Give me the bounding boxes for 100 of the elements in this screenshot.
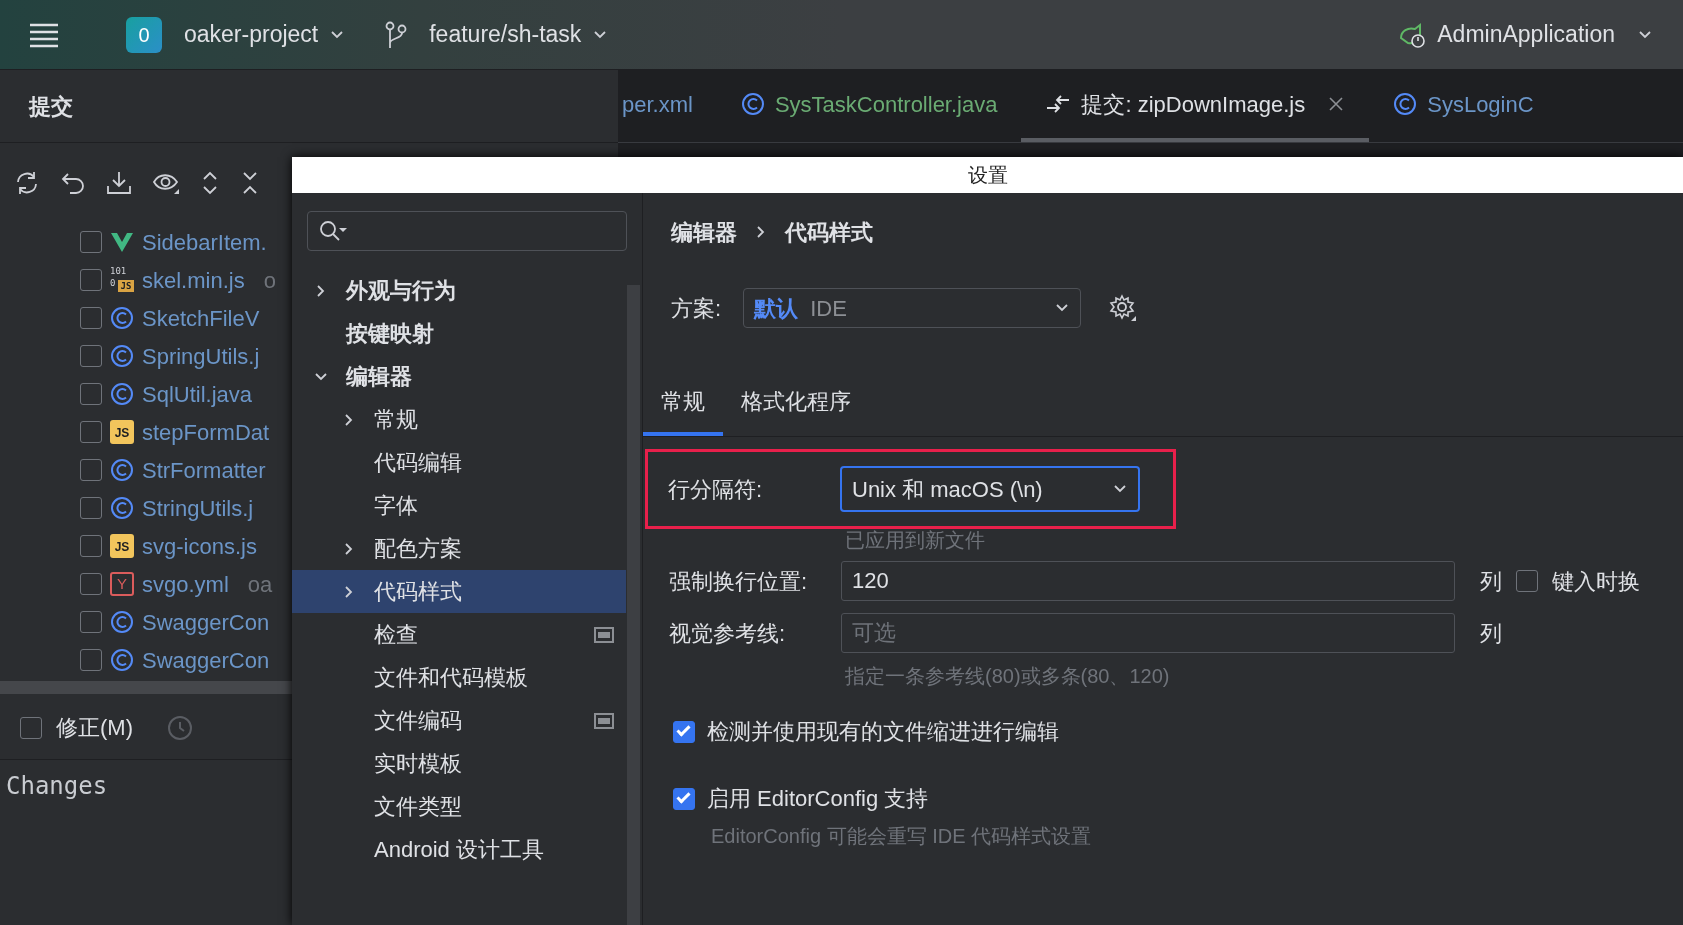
search-field[interactable] xyxy=(307,211,627,251)
file-path: o xyxy=(263,266,276,295)
editor-tab[interactable]: SysTaskController.java xyxy=(716,70,1022,142)
undo-icon[interactable] xyxy=(60,170,86,196)
dialog-title: 设置 xyxy=(292,157,1683,193)
tree-item[interactable]: 文件和代码模板 xyxy=(292,656,626,699)
unit-label: 列 xyxy=(1480,567,1502,596)
field-label: 强制换行位置: xyxy=(668,567,809,596)
unit-label: 列 xyxy=(1480,619,1502,648)
scheme-dropdown[interactable]: 默认 IDE xyxy=(743,288,1082,328)
checkbox[interactable] xyxy=(80,345,102,367)
panel-title: 提交 xyxy=(29,92,73,121)
hint-text: 指定一条参考线(80)或多条(80、120) xyxy=(844,664,1171,689)
tree-item[interactable]: 配色方案 xyxy=(292,527,626,570)
tree-item[interactable]: 文件编码 xyxy=(292,699,626,742)
file-name[interactable]: svg-icons.js xyxy=(142,529,257,563)
settings-tab[interactable]: 常规 xyxy=(643,371,723,436)
file-name[interactable]: skel.min.js xyxy=(142,263,245,297)
yaml-file-icon: Y xyxy=(110,572,134,596)
run-config-dropdown[interactable]: AdminApplication xyxy=(1437,17,1615,52)
file-name[interactable]: SwaggerCon xyxy=(142,643,270,677)
tree-item[interactable]: 代码样式 xyxy=(292,570,626,613)
settings-tab[interactable]: 格式化程序 xyxy=(723,371,869,436)
class-file-icon xyxy=(110,648,134,672)
gear-icon[interactable] xyxy=(1109,294,1138,322)
field-label: 方案: xyxy=(671,294,722,323)
checkbox[interactable] xyxy=(80,573,102,595)
checkbox[interactable] xyxy=(80,383,102,405)
checkbox-label[interactable]: 启用 EditorConfig 支持 xyxy=(707,782,929,815)
run-config-icon xyxy=(1398,21,1427,48)
checkbox[interactable] xyxy=(80,459,102,481)
class-file-icon xyxy=(110,496,134,520)
class-file-icon xyxy=(110,306,134,330)
file-name[interactable]: SketchFileV xyxy=(142,301,260,335)
checkbox-label[interactable]: 检测并使用现有的文件缩进进行编辑 xyxy=(707,715,1059,748)
class-file-icon xyxy=(110,382,134,406)
tree-item[interactable]: 外观与行为 xyxy=(292,269,626,312)
scrollbar[interactable] xyxy=(627,285,640,925)
tree-item[interactable]: 实时模板 xyxy=(292,742,626,785)
checkbox[interactable] xyxy=(80,421,102,443)
tree-item[interactable]: 代码编辑 xyxy=(292,441,626,484)
file-name[interactable]: svgo.yml xyxy=(142,567,229,601)
expand-icon[interactable] xyxy=(200,170,220,196)
editor-tab[interactable]: 提交: zipDownImage.js xyxy=(1021,70,1370,142)
amend-label[interactable]: 修正(M) xyxy=(56,711,133,744)
checkbox-label[interactable]: 键入时换 xyxy=(1552,564,1640,598)
breadcrumb-item: 代码样式 xyxy=(785,218,873,247)
hint-text: EditorConfig 可能会重写 IDE 代码样式设置 xyxy=(710,824,1093,849)
search-icon xyxy=(318,219,348,243)
editor-tab[interactable]: SysLoginC xyxy=(1369,70,1558,142)
project-dropdown[interactable]: oaker-project xyxy=(184,17,319,52)
input-field[interactable]: 可选 xyxy=(841,613,1455,653)
js-file-icon: JS xyxy=(110,534,134,558)
checkbox[interactable] xyxy=(80,649,102,671)
class-file-icon xyxy=(740,92,765,116)
checkbox[interactable] xyxy=(80,269,102,291)
refresh-icon[interactable] xyxy=(14,170,40,196)
download-icon[interactable] xyxy=(106,170,132,196)
tree-item[interactable]: 按键映射 xyxy=(292,312,626,355)
file-name[interactable]: stepFormDat xyxy=(142,415,270,449)
checkbox[interactable] xyxy=(80,231,102,253)
close-icon[interactable] xyxy=(1327,95,1346,113)
checkbox[interactable] xyxy=(80,307,102,329)
class-file-icon xyxy=(1393,92,1418,116)
file-path: oa xyxy=(247,570,273,599)
file-name[interactable]: StringUtils.j xyxy=(142,491,254,525)
checkbox[interactable] xyxy=(80,497,102,519)
field-label: 行分隔符: xyxy=(667,475,764,504)
tree-item[interactable]: Android 设计工具 xyxy=(292,828,626,871)
checkbox[interactable] xyxy=(80,611,102,633)
class-file-icon xyxy=(110,458,134,482)
collapse-icon[interactable] xyxy=(240,170,260,196)
vue-file-icon xyxy=(110,231,134,253)
tree-item[interactable]: 常规 xyxy=(292,398,626,441)
checkbox[interactable] xyxy=(673,720,695,743)
breadcrumb-item: 编辑器 xyxy=(671,218,737,247)
hint-text: 已应用到新文件 xyxy=(844,528,986,553)
file-name[interactable]: SqlUtil.java xyxy=(142,377,253,411)
project-badge: 0 xyxy=(126,16,162,53)
field-label: 视觉参考线: xyxy=(668,619,787,648)
file-name[interactable]: StrFormatter xyxy=(142,453,266,487)
tree-item[interactable]: 字体 xyxy=(292,484,626,527)
checkbox[interactable] xyxy=(80,535,102,557)
file-name[interactable]: SpringUtils.j xyxy=(142,339,260,373)
checkbox[interactable] xyxy=(1516,570,1538,592)
checkbox[interactable] xyxy=(673,787,695,810)
class-file-icon xyxy=(110,344,134,368)
file-name[interactable]: SwaggerCon xyxy=(142,605,270,639)
tree-item[interactable]: 文件类型 xyxy=(292,785,626,828)
editor-tab[interactable]: per.xml xyxy=(618,70,717,142)
tree-item[interactable]: 检查 xyxy=(292,613,626,656)
class-file-icon xyxy=(110,610,134,634)
line-separator-dropdown[interactable]: Unix 和 macOS (\n) xyxy=(840,466,1140,512)
input-field[interactable]: 120 xyxy=(841,561,1455,601)
file-name[interactable]: SidebarItem. xyxy=(142,225,267,259)
js-file-icon: JS xyxy=(110,420,134,444)
branch-icon xyxy=(385,20,408,49)
tree-item[interactable]: 编辑器 xyxy=(292,355,626,398)
branch-dropdown[interactable]: feature/sh-task xyxy=(429,17,582,52)
checkbox[interactable] xyxy=(20,716,42,739)
